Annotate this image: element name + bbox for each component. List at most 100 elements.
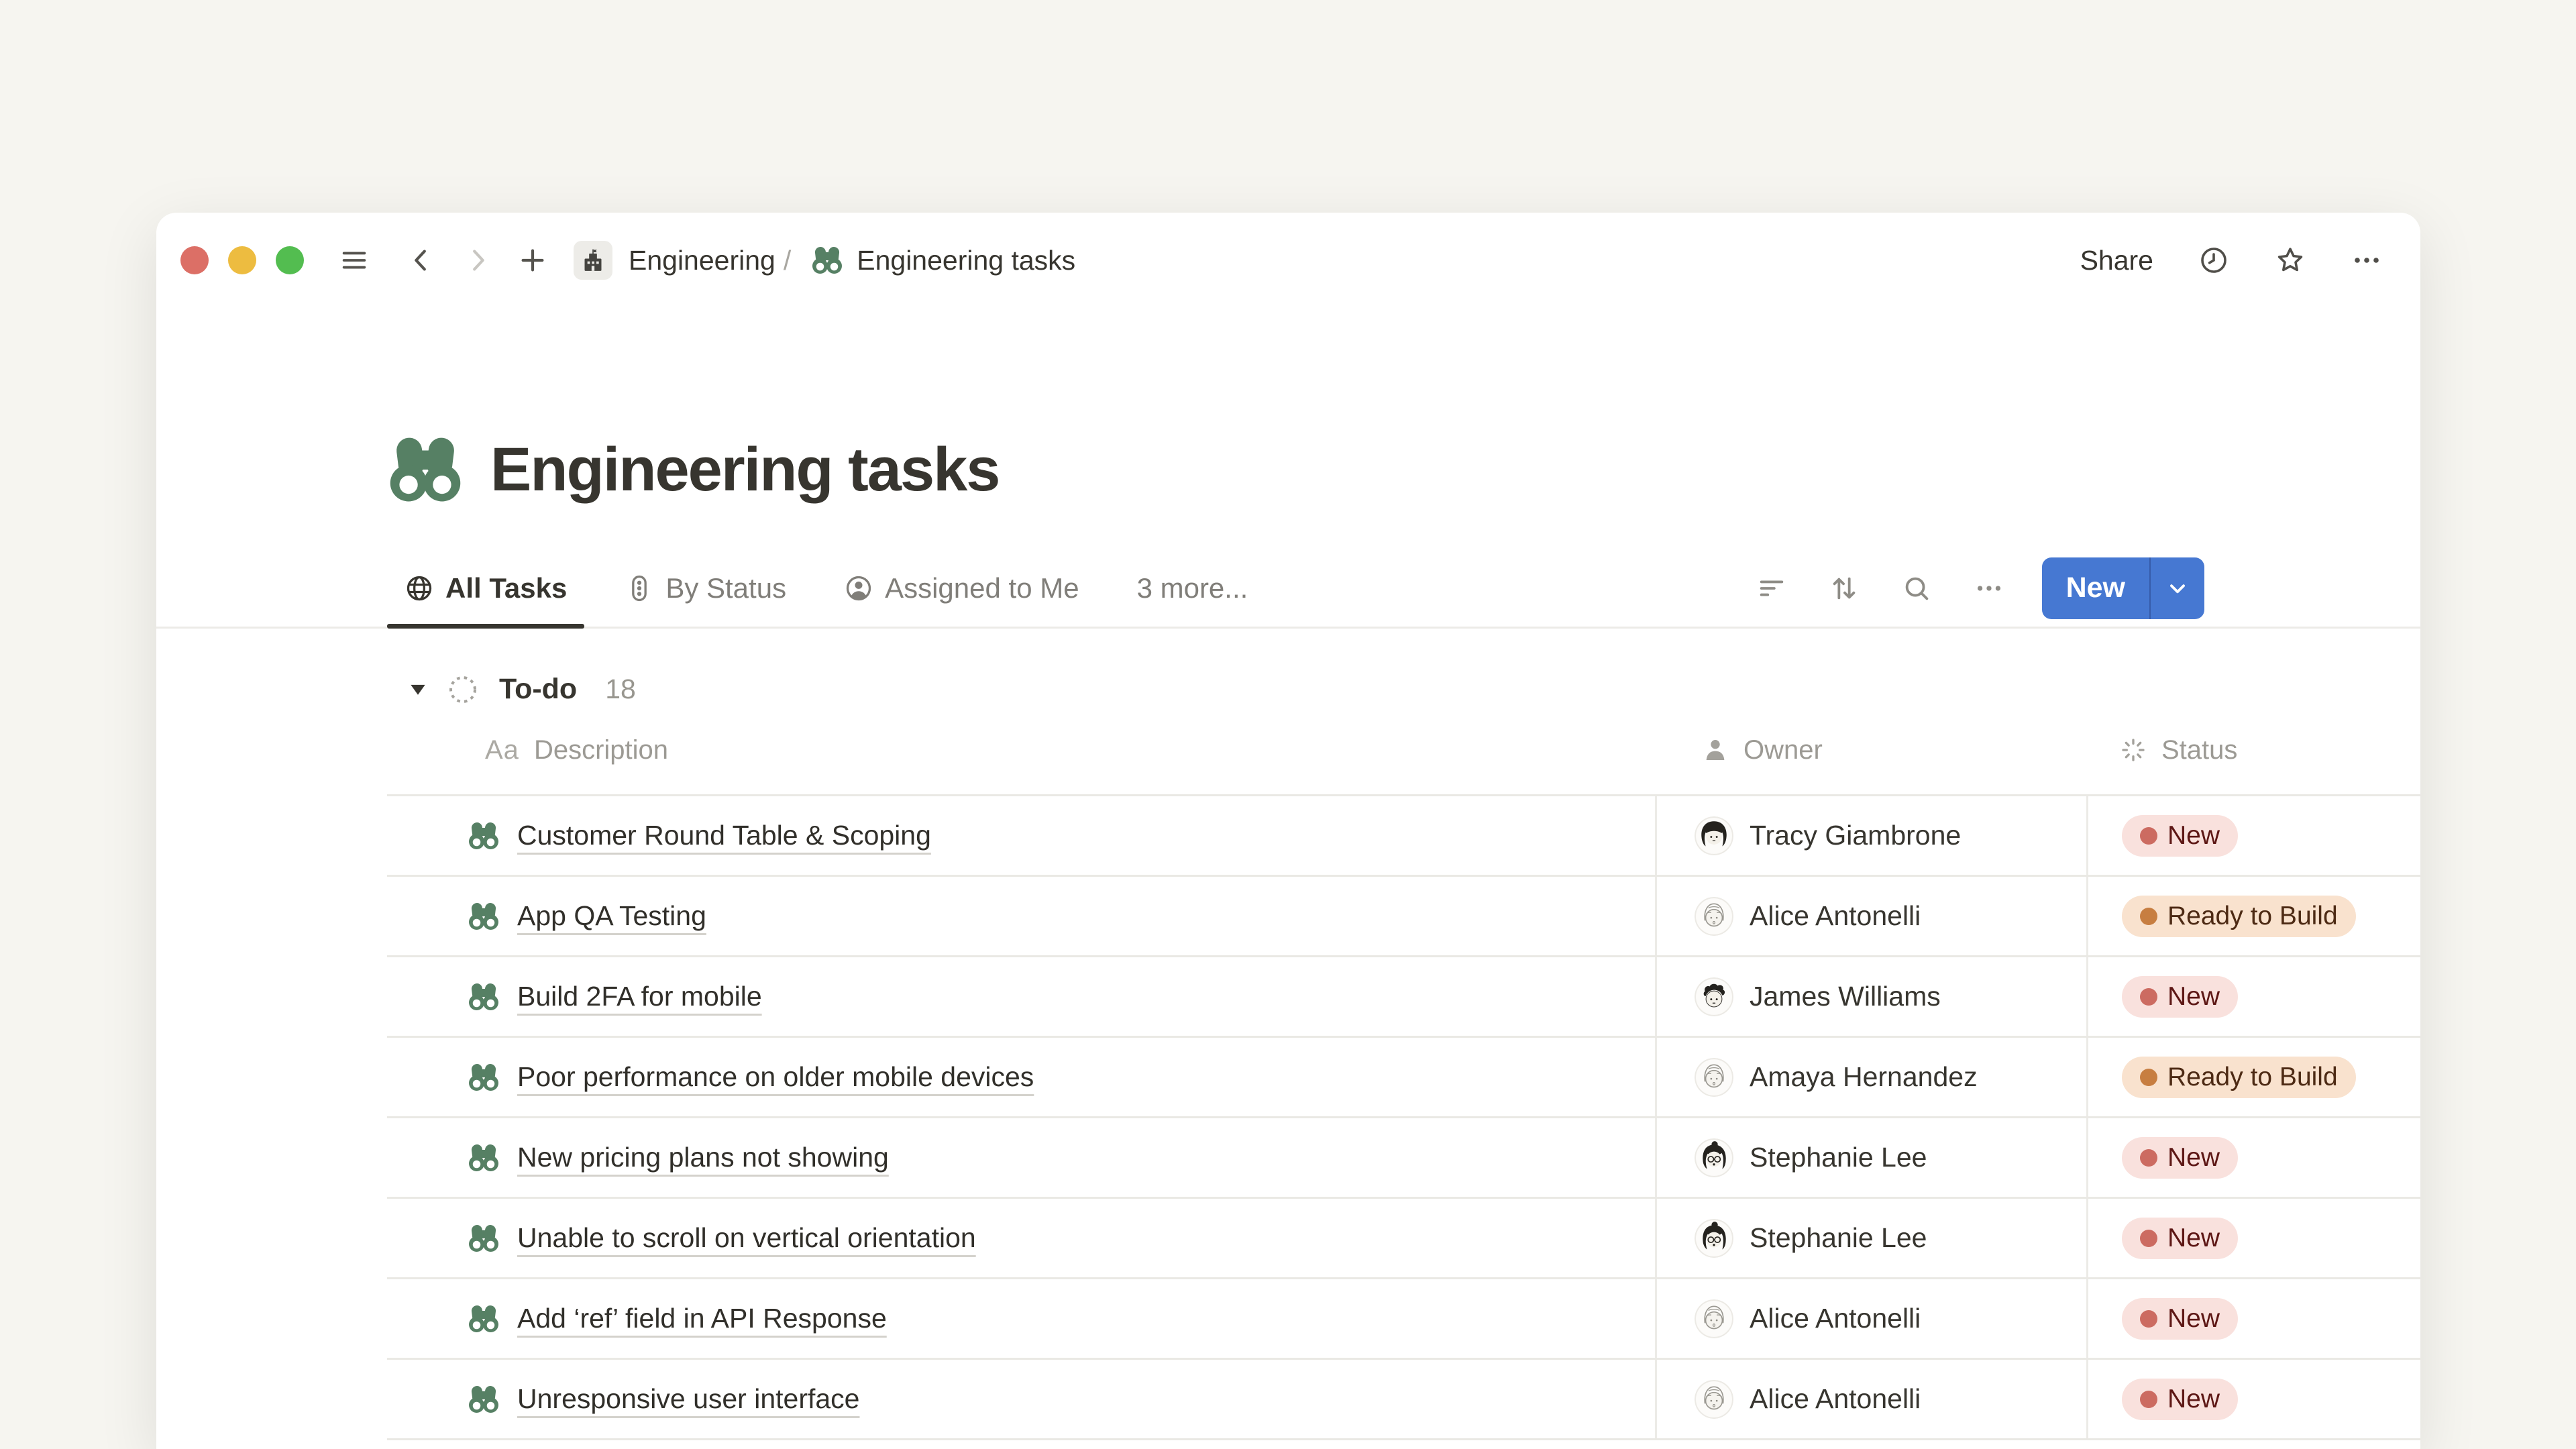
history-clock-icon[interactable] <box>2198 244 2230 276</box>
status-cell[interactable]: Ready to Build <box>2086 877 2420 955</box>
task-title[interactable]: Add ‘ref’ field in API Response <box>517 1303 887 1334</box>
column-label-description: Description <box>534 735 668 765</box>
table-row[interactable]: Poor performance on older mobile devices… <box>387 1038 2420 1118</box>
column-label-status: Status <box>2161 735 2237 765</box>
new-button[interactable]: New <box>2042 557 2204 619</box>
workspace-icon[interactable] <box>574 241 612 280</box>
page-header: Engineering tasks <box>156 431 2420 508</box>
status-cell[interactable]: New <box>2086 1118 2420 1197</box>
binoculars-icon <box>468 1383 500 1415</box>
description-cell[interactable]: Unresponsive user interface <box>387 1360 1655 1438</box>
tasks-table: Aa Description Owner Status Customer Rou… <box>387 706 2420 1440</box>
column-header-status[interactable]: Status <box>2086 735 2420 765</box>
new-page-icon[interactable] <box>517 245 548 276</box>
todo-status-icon <box>447 674 479 706</box>
owner-cell[interactable]: Stephanie Lee <box>1655 1199 2086 1277</box>
owner-cell[interactable]: James Williams <box>1655 957 2086 1036</box>
description-cell[interactable]: Build 2FA for mobile <box>387 957 1655 1036</box>
view-tabs: All Tasks By Status Assigned to Me 3 mor… <box>387 549 1265 627</box>
task-title[interactable]: Build 2FA for mobile <box>517 981 762 1012</box>
status-dot-icon <box>2140 908 2157 925</box>
filter-icon[interactable] <box>1756 573 1787 604</box>
status-dot-icon <box>2140 1149 2157 1167</box>
breadcrumb-workspace[interactable]: Engineering <box>629 245 775 276</box>
binoculars-icon <box>468 981 500 1013</box>
task-title[interactable]: New pricing plans not showing <box>517 1142 889 1173</box>
column-header-owner[interactable]: Owner <box>1655 735 2086 765</box>
search-icon[interactable] <box>1901 573 1932 604</box>
status-badge[interactable]: Ready to Build <box>2122 1057 2356 1098</box>
status-cell[interactable]: New <box>2086 957 2420 1036</box>
column-header-description[interactable]: Aa Description <box>387 735 1655 765</box>
description-cell[interactable]: Unable to scroll on vertical orientation <box>387 1199 1655 1277</box>
app-window: Engineering / Engineering tasks Share En… <box>156 213 2420 1449</box>
breadcrumb-page[interactable]: Engineering tasks <box>857 245 1075 276</box>
table-row[interactable]: Customer Round Table & Scoping Tracy Gia… <box>387 796 2420 877</box>
status-badge[interactable]: New <box>2122 1137 2238 1179</box>
table-row[interactable]: Add ‘ref’ field in API Response Alice An… <box>387 1279 2420 1360</box>
task-title[interactable]: Unable to scroll on vertical orientation <box>517 1222 976 1254</box>
page-binoculars-icon[interactable] <box>387 431 464 508</box>
task-title[interactable]: Poor performance on older mobile devices <box>517 1061 1034 1093</box>
group-toggle-icon[interactable] <box>407 678 429 701</box>
status-label: New <box>2167 982 2220 1012</box>
task-title[interactable]: Customer Round Table & Scoping <box>517 820 931 851</box>
chevron-down-icon[interactable] <box>2151 557 2204 619</box>
view-more-icon[interactable] <box>1974 573 2004 604</box>
favorite-star-icon[interactable] <box>2274 244 2306 276</box>
group-name[interactable]: To-do <box>499 673 577 706</box>
close-window-button[interactable] <box>180 246 209 274</box>
status-badge[interactable]: New <box>2122 815 2238 857</box>
description-cell[interactable]: Add ‘ref’ field in API Response <box>387 1279 1655 1358</box>
tab-3-more[interactable]: 3 more... <box>1120 549 1266 627</box>
more-options-icon[interactable] <box>2351 244 2383 276</box>
table-row[interactable]: App QA Testing Alice Antonelli Ready to … <box>387 877 2420 957</box>
binoculars-icon <box>468 1061 500 1093</box>
new-button-label[interactable]: New <box>2042 557 2149 619</box>
status-badge[interactable]: Ready to Build <box>2122 896 2356 937</box>
owner-cell[interactable]: Alice Antonelli <box>1655 1279 2086 1358</box>
description-cell[interactable]: New pricing plans not showing <box>387 1118 1655 1197</box>
share-button[interactable]: Share <box>2080 245 2153 276</box>
table-header-row: Aa Description Owner Status <box>387 706 2420 794</box>
status-dot-icon <box>2140 988 2157 1006</box>
description-cell[interactable]: App QA Testing <box>387 877 1655 955</box>
minimize-window-button[interactable] <box>228 246 256 274</box>
owner-cell[interactable]: Amaya Hernandez <box>1655 1038 2086 1116</box>
owner-cell[interactable]: Tracy Giambrone <box>1655 796 2086 875</box>
avatar <box>1695 1299 1733 1338</box>
table-row[interactable]: Build 2FA for mobile James Williams New <box>387 957 2420 1038</box>
status-badge[interactable]: New <box>2122 1379 2238 1420</box>
owner-cell[interactable]: Alice Antonelli <box>1655 877 2086 955</box>
status-badge[interactable]: New <box>2122 1218 2238 1259</box>
back-icon[interactable] <box>406 245 437 276</box>
status-cell[interactable]: New <box>2086 1360 2420 1438</box>
tab-assigned-to-me[interactable]: Assigned to Me <box>826 549 1097 627</box>
status-dot-icon <box>2140 1069 2157 1086</box>
status-label: Ready to Build <box>2167 1063 2338 1092</box>
status-badge[interactable]: New <box>2122 976 2238 1018</box>
status-label: New <box>2167 1224 2220 1253</box>
description-cell[interactable]: Customer Round Table & Scoping <box>387 796 1655 875</box>
status-cell[interactable]: New <box>2086 796 2420 875</box>
status-cell[interactable]: New <box>2086 1199 2420 1277</box>
owner-cell[interactable]: Stephanie Lee <box>1655 1118 2086 1197</box>
table-row[interactable]: Unresponsive user interface Alice Antone… <box>387 1360 2420 1440</box>
zoom-window-button[interactable] <box>276 246 304 274</box>
owner-cell[interactable]: Alice Antonelli <box>1655 1360 2086 1438</box>
table-row[interactable]: Unable to scroll on vertical orientation… <box>387 1199 2420 1279</box>
table-row[interactable]: New pricing plans not showing Stephanie … <box>387 1118 2420 1199</box>
sort-icon[interactable] <box>1829 573 1860 604</box>
owner-name: Alice Antonelli <box>1750 1383 1921 1415</box>
status-cell[interactable]: New <box>2086 1279 2420 1358</box>
tab-by-status[interactable]: By Status <box>607 549 804 627</box>
avatar <box>1695 1219 1733 1258</box>
task-title[interactable]: Unresponsive user interface <box>517 1383 859 1415</box>
task-title[interactable]: App QA Testing <box>517 900 706 932</box>
status-badge[interactable]: New <box>2122 1298 2238 1340</box>
tab-all-tasks[interactable]: All Tasks <box>387 549 584 627</box>
sidebar-menu-icon[interactable] <box>339 245 370 276</box>
description-cell[interactable]: Poor performance on older mobile devices <box>387 1038 1655 1116</box>
status-cell[interactable]: Ready to Build <box>2086 1038 2420 1116</box>
forward-icon[interactable] <box>462 245 493 276</box>
